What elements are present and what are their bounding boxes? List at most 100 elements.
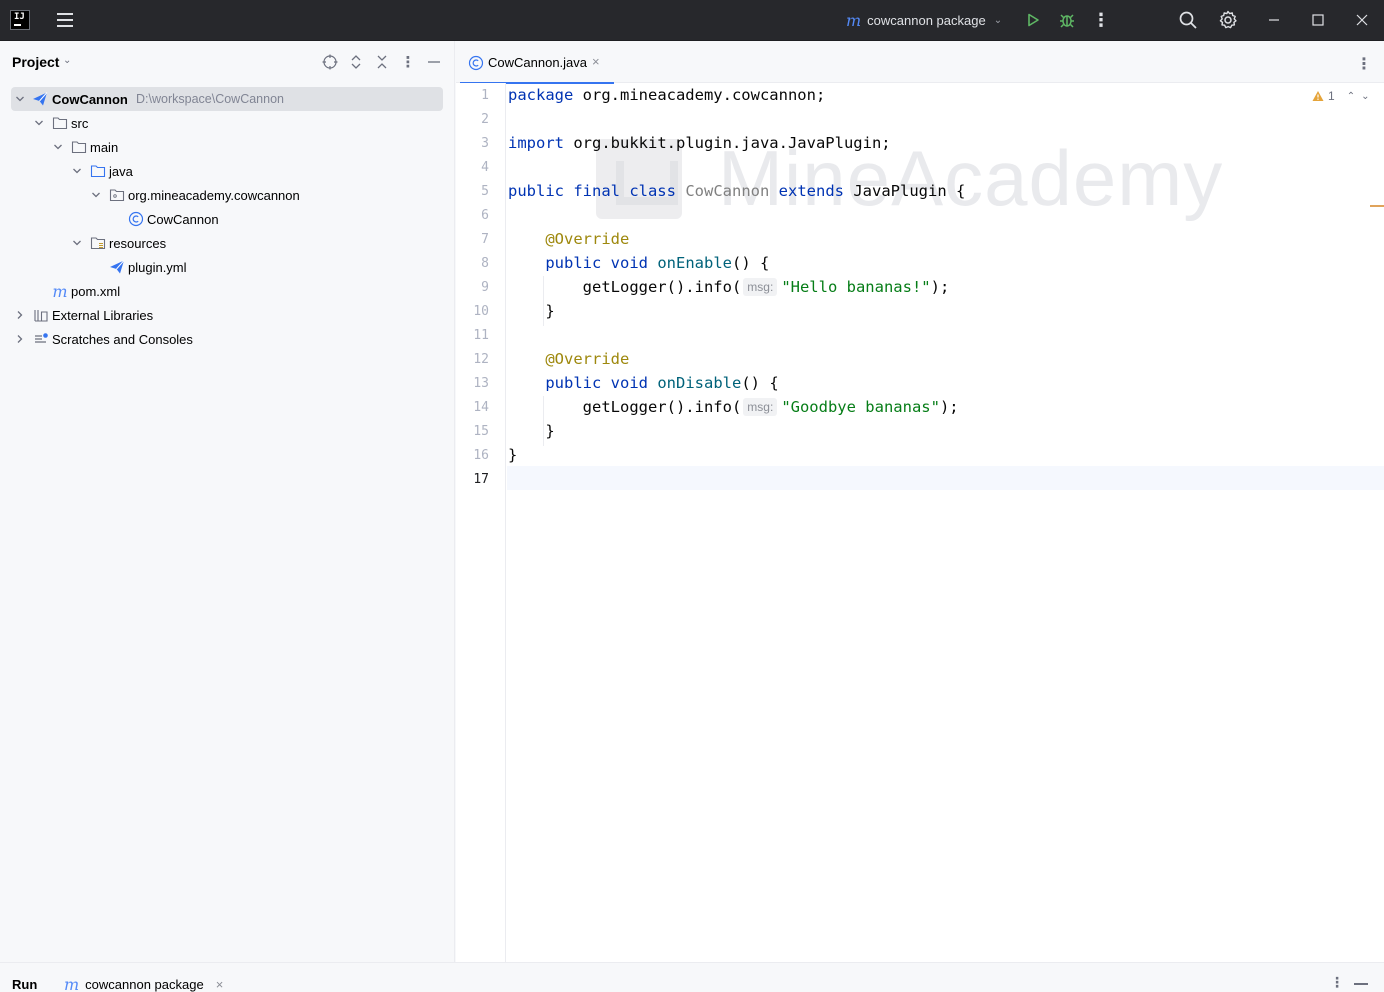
tab-label: CowCannon.java xyxy=(488,55,588,70)
project-title[interactable]: Project xyxy=(12,54,59,70)
keyword: public final class xyxy=(508,182,676,200)
tree-item-main[interactable]: main xyxy=(0,135,455,159)
tree-item-cowcannon-module[interactable]: CowCannon D:\workspace\CowCannon xyxy=(0,87,455,111)
run-tool-window-title[interactable]: Run xyxy=(12,977,37,992)
maven-icon: m xyxy=(64,975,80,992)
chevron-down-icon[interactable] xyxy=(71,165,83,177)
run-config-selector[interactable]: m cowcannon package ⌄ xyxy=(846,8,1002,32)
code-line-13[interactable]: public void onDisable() { xyxy=(508,371,778,395)
minimize-icon xyxy=(1269,19,1279,21)
code-line-7[interactable]: @Override xyxy=(508,227,629,251)
minimize-button[interactable] xyxy=(1262,10,1286,30)
maximize-button[interactable] xyxy=(1306,10,1330,30)
chevron-right-icon[interactable] xyxy=(14,333,26,345)
code-line-12[interactable]: @Override xyxy=(508,347,629,371)
code-text: } xyxy=(508,446,518,464)
line-number: 3 xyxy=(481,136,489,151)
run-tab-cowcannon-package[interactable]: m cowcannon package × xyxy=(64,975,223,992)
more-icon[interactable]: ⋮ xyxy=(1092,10,1110,30)
code-text: ); xyxy=(939,398,959,416)
tree-item-src[interactable]: src xyxy=(0,111,455,135)
app-logo-icon[interactable]: IJ xyxy=(10,10,30,30)
class-icon xyxy=(128,211,144,227)
tab-cowcannon-java[interactable]: CowCannon.java × xyxy=(456,41,614,84)
tree-item-label: java xyxy=(109,163,133,179)
tree-item-label: resources xyxy=(109,235,167,251)
run-tool-window-header: Run m cowcannon package × ⋮ xyxy=(0,962,1384,992)
hamburger-icon[interactable] xyxy=(54,10,76,30)
hide-panel-icon[interactable] xyxy=(1354,983,1368,985)
code-text: org.bukkit.plugin.java.JavaPlugin; xyxy=(564,134,891,152)
more-options-icon[interactable]: ⋮ xyxy=(399,53,417,71)
keyword: import xyxy=(508,134,564,152)
chevron-down-icon[interactable]: ⌄ xyxy=(63,55,71,66)
module-icon xyxy=(32,91,48,107)
tree-item-label: CowCannon xyxy=(147,211,219,227)
chevron-down-icon[interactable] xyxy=(90,189,102,201)
code-line-5[interactable]: public final class CowCannon extends Jav… xyxy=(508,179,965,203)
line-number: 8 xyxy=(481,256,489,271)
close-button[interactable] xyxy=(1350,10,1374,30)
tree-item-pom-xml[interactable]: m pom.xml xyxy=(0,279,455,303)
locate-icon[interactable] xyxy=(321,53,339,71)
tree-item-external-libraries[interactable]: External Libraries xyxy=(0,303,455,327)
tree-item-plugin-yml[interactable]: plugin.yml xyxy=(0,255,455,279)
tree-item-java[interactable]: java xyxy=(0,159,455,183)
code-line-14[interactable]: getLogger().info(msg: "Goodbye bananas"); xyxy=(508,395,959,419)
line-number: 1 xyxy=(481,88,489,103)
chevron-right-icon[interactable] xyxy=(14,309,26,321)
warning-icon xyxy=(1312,91,1324,101)
line-number-gutter: 1 2 3 4 5 6 7 8 9 10 11 12 13 14 15 16 1… xyxy=(456,83,506,962)
line-number: 6 xyxy=(481,208,489,223)
code-line-10[interactable]: } xyxy=(508,299,554,323)
project-panel: Project ⌄ ⋮ CowCannon D:\workspace\CowCa… xyxy=(0,41,455,962)
class-name: CowCannon xyxy=(685,182,770,200)
run-button[interactable] xyxy=(1022,10,1044,30)
folder-icon xyxy=(71,139,87,155)
settings-button[interactable] xyxy=(1217,9,1239,31)
chevron-down-icon[interactable] xyxy=(71,237,83,249)
tree-item-resources[interactable]: resources xyxy=(0,231,455,255)
code-line-3[interactable]: import org.bukkit.plugin.java.JavaPlugin… xyxy=(508,131,891,155)
line-number: 14 xyxy=(473,400,489,415)
close-icon[interactable]: × xyxy=(592,54,600,69)
debug-icon xyxy=(1060,14,1074,28)
search-button[interactable] xyxy=(1177,9,1199,31)
collapse-all-icon[interactable] xyxy=(373,53,391,71)
project-panel-header: Project ⌄ ⋮ xyxy=(0,41,455,83)
tree-item-package[interactable]: org.mineacademy.cowcannon xyxy=(0,183,455,207)
chevron-down-icon[interactable] xyxy=(14,93,26,105)
tree-item-label: pom.xml xyxy=(71,283,121,299)
method-name: onDisable xyxy=(657,374,742,392)
tree-item-scratches[interactable]: Scratches and Consoles xyxy=(0,327,455,351)
warning-scroll-marker[interactable] xyxy=(1370,205,1384,207)
chevron-down-icon[interactable] xyxy=(33,117,45,129)
maven-icon: m xyxy=(52,281,68,301)
expand-all-icon[interactable] xyxy=(347,53,365,71)
title-bar: IJ m cowcannon package ⌄ ⋮ xyxy=(0,0,1384,41)
more-icon[interactable]: ⋮ xyxy=(1330,974,1344,991)
keyword: package xyxy=(508,86,574,104)
navigate-problems-icon[interactable]: ⌃⌄ xyxy=(1347,91,1376,102)
line-number: 10 xyxy=(473,304,489,319)
more-icon[interactable]: ⋮ xyxy=(1356,54,1372,74)
hide-panel-icon[interactable] xyxy=(425,53,443,71)
tree-item-cowcannon-class[interactable]: CowCannon xyxy=(0,207,455,231)
inspection-widget[interactable]: 1 ⌃⌄ xyxy=(1312,89,1375,103)
chevron-down-icon[interactable] xyxy=(52,141,64,153)
debug-button[interactable] xyxy=(1056,10,1078,30)
code-text: getLogger().info( xyxy=(582,398,742,416)
run-config-label: cowcannon package xyxy=(867,12,986,28)
code-line-1[interactable]: package org.mineacademy.cowcannon; xyxy=(508,83,825,107)
method-name: onEnable xyxy=(657,254,732,272)
annotation: @Override xyxy=(545,350,630,368)
line-number: 15 xyxy=(473,424,489,439)
tree-item-label: plugin.yml xyxy=(128,259,187,275)
run-tab-label: cowcannon package xyxy=(85,977,204,992)
tree-item-label: main xyxy=(90,139,119,155)
code-line-16[interactable]: } xyxy=(508,443,517,467)
close-icon[interactable]: × xyxy=(216,977,224,992)
code-line-8[interactable]: public void onEnable() { xyxy=(508,251,769,275)
code-line-15[interactable]: } xyxy=(508,419,554,443)
code-line-9[interactable]: getLogger().info(msg: "Hello bananas!"); xyxy=(508,275,949,299)
